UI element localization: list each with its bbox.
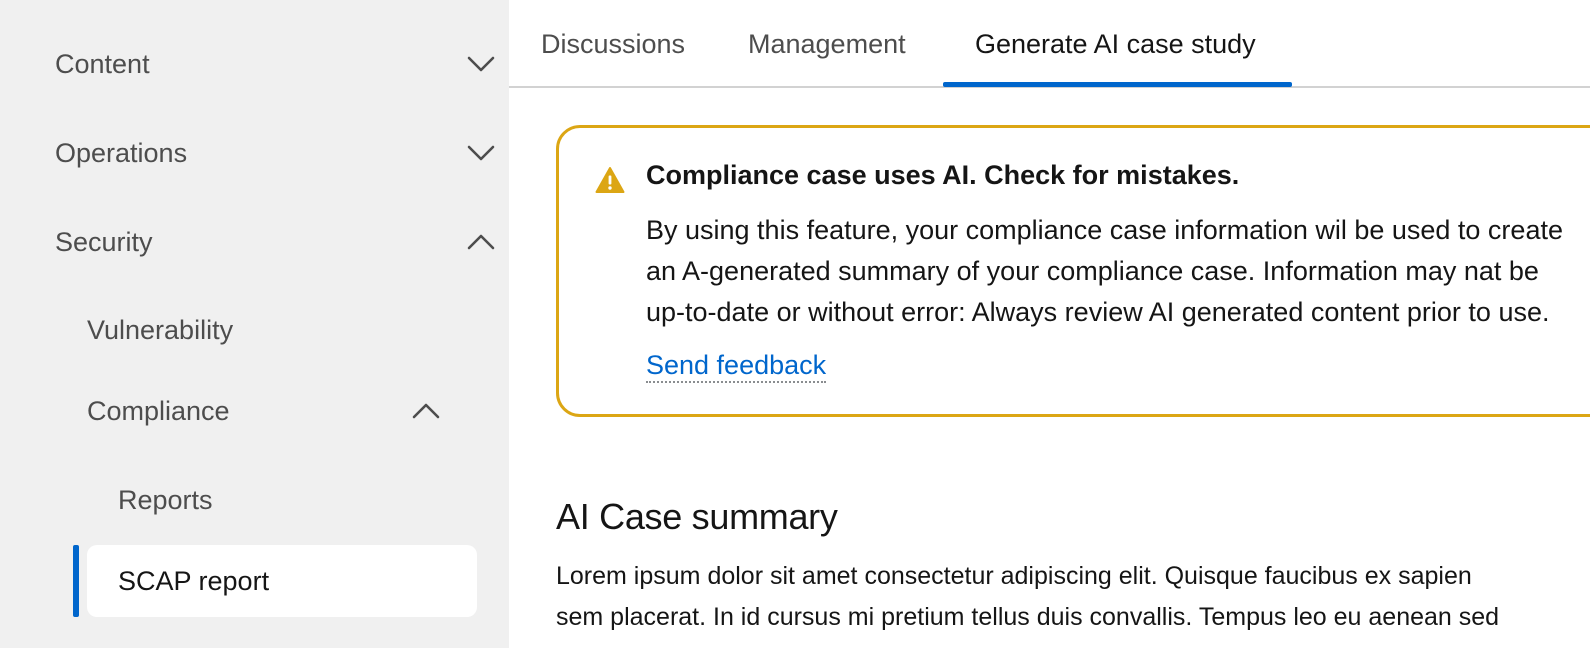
chevron-up-icon xyxy=(412,402,440,420)
tab-label: Generate AI case study xyxy=(975,28,1256,59)
main-content: Discussions Management Generate AI case … xyxy=(509,0,1590,648)
warning-icon xyxy=(595,166,625,194)
send-feedback-link[interactable]: Send feedback xyxy=(646,349,827,383)
chevron-up-icon xyxy=(467,233,495,251)
sidebar-nav: Content Operations Security Vulnerabilit… xyxy=(0,0,509,648)
sidebar-item-label: SCAP report xyxy=(118,565,270,596)
sidebar-item-reports[interactable]: Reports xyxy=(118,470,455,530)
summary-text: Lorem ipsum dolor sit amet consectetur a… xyxy=(556,556,1499,638)
current-item-indicator xyxy=(73,545,79,617)
summary-text-line: Lorem ipsum dolor sit amet consectetur a… xyxy=(556,562,1472,590)
alert-description: By using this feature, your compliance c… xyxy=(646,210,1590,333)
sidebar-item-security[interactable]: Security xyxy=(55,212,495,272)
alert-description-line: an A-generated summary of your complianc… xyxy=(646,256,1539,286)
alert-description-line: up-to-date or without error: Always revi… xyxy=(646,297,1550,327)
sidebar-item-label: Security xyxy=(55,226,153,257)
sidebar-item-compliance[interactable]: Compliance xyxy=(87,381,455,441)
sidebar-item-label: Vulnerability xyxy=(87,314,234,345)
tab-generate-ai-case-study[interactable]: Generate AI case study xyxy=(975,0,1256,88)
chevron-down-icon xyxy=(467,144,495,162)
tab-management[interactable]: Management xyxy=(748,0,906,88)
sidebar-item-operations[interactable]: Operations xyxy=(55,123,495,183)
sidebar-item-content[interactable]: Content xyxy=(55,34,495,94)
tab-label: Management xyxy=(748,28,906,59)
sidebar-item-label: Reports xyxy=(118,484,213,515)
active-tab-indicator xyxy=(943,82,1292,87)
tab-bar: Discussions Management Generate AI case … xyxy=(509,0,1590,88)
sidebar-item-scap-report[interactable]: SCAP report xyxy=(87,545,477,617)
sidebar-item-label: Compliance xyxy=(87,395,230,426)
alert-title: Compliance case uses AI. Check for mista… xyxy=(646,160,1240,190)
sidebar-item-label: Operations xyxy=(55,137,188,168)
tab-label: Discussions xyxy=(541,28,686,59)
alert-description-line: By using this feature, your compliance c… xyxy=(646,215,1563,245)
tab-discussions[interactable]: Discussions xyxy=(541,0,685,88)
summary-heading: AI Case summary xyxy=(556,496,838,537)
sidebar-item-label: Content xyxy=(55,48,150,79)
ai-warning-alert: Compliance case uses AI. Check for mista… xyxy=(556,125,1590,417)
chevron-down-icon xyxy=(467,55,495,73)
summary-text-line: sem placerat. In id cursus mi pretium te… xyxy=(556,603,1500,631)
sidebar-item-vulnerability[interactable]: Vulnerability xyxy=(87,300,455,360)
